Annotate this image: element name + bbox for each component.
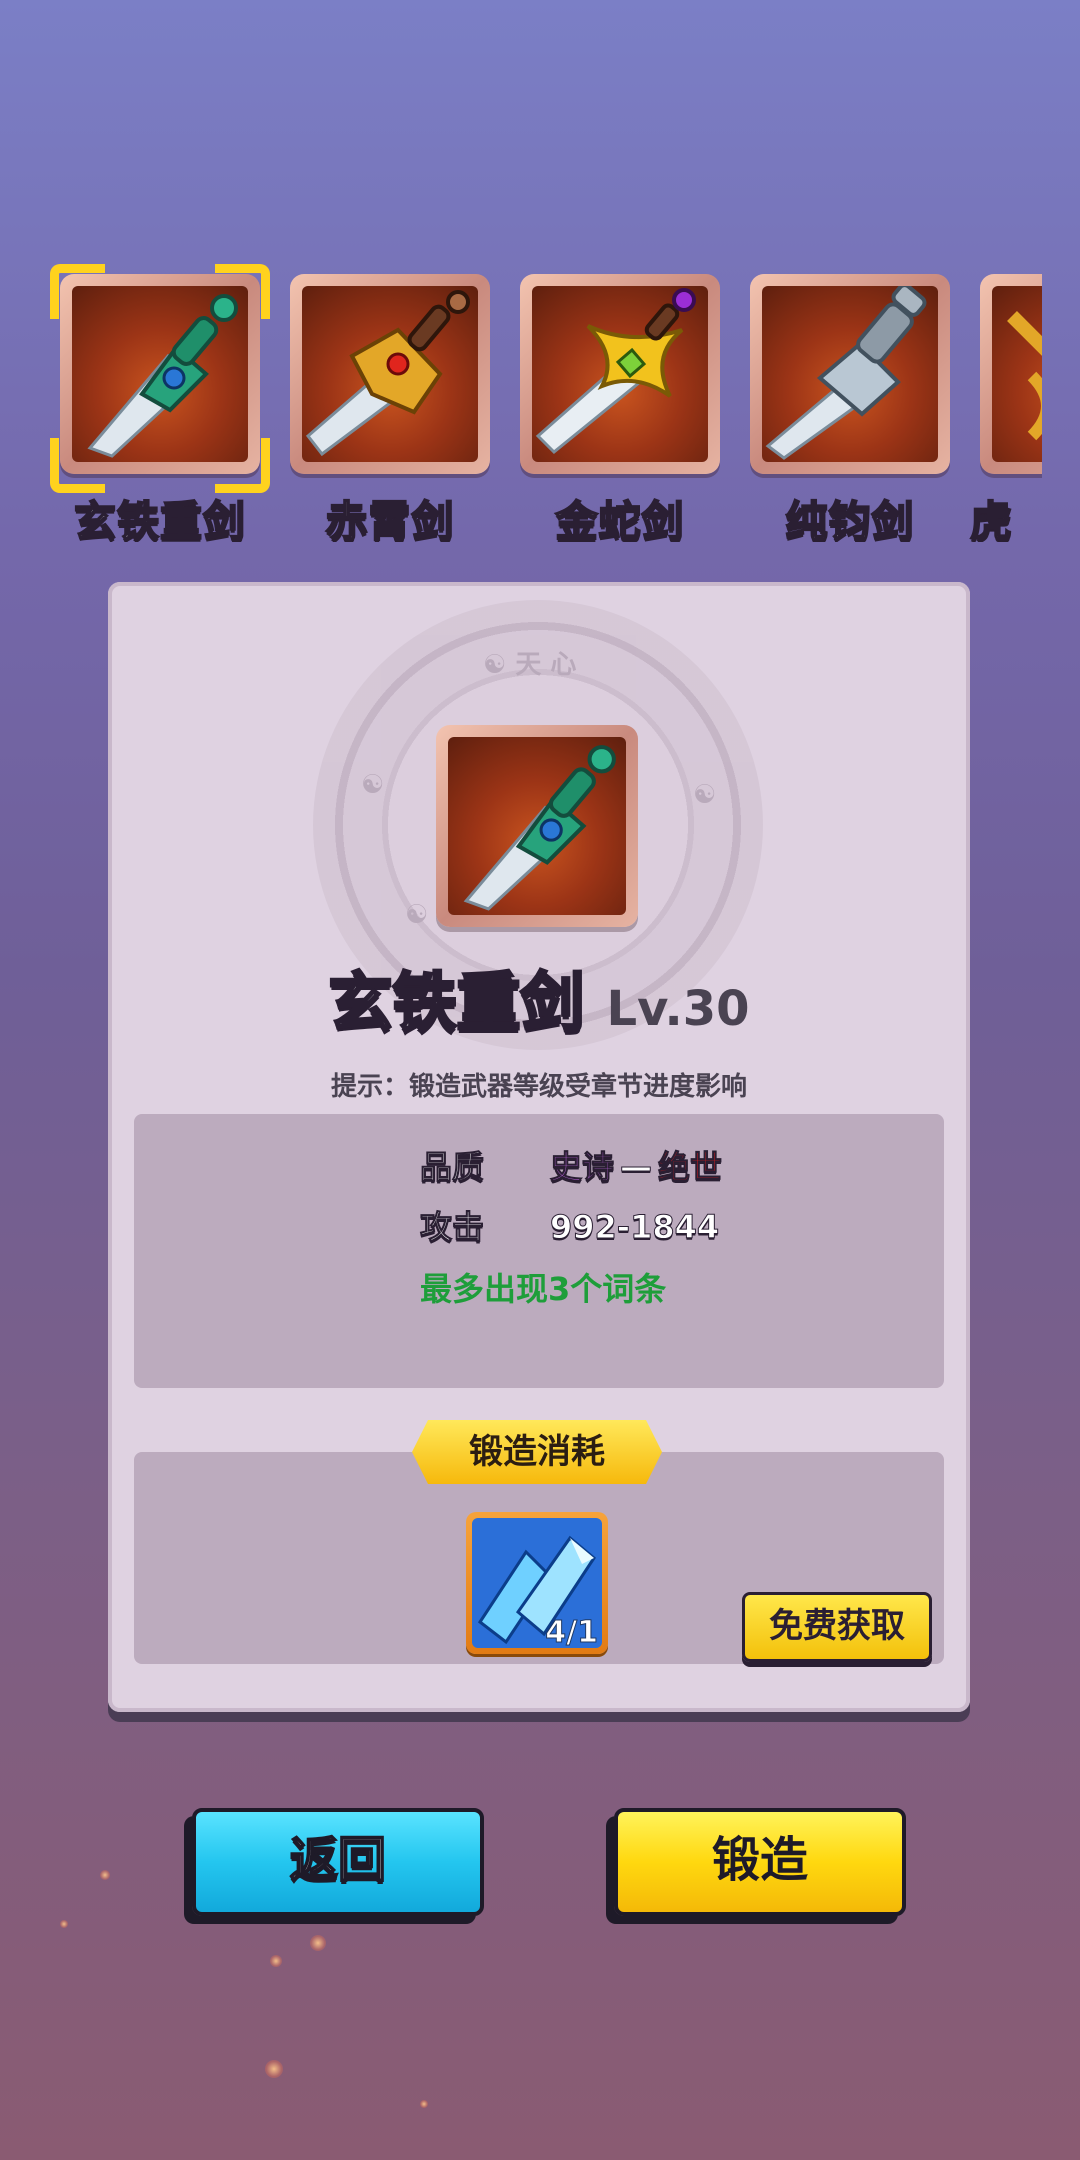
forge-button[interactable]: 锻造 bbox=[614, 1808, 906, 1916]
stats-box: 品质 史诗 — 绝世 攻击 992-1844 最多出现3个词条 bbox=[134, 1114, 944, 1388]
weapon-name: 金蛇剑 bbox=[554, 496, 685, 542]
back-button[interactable]: 返回 bbox=[192, 1808, 484, 1916]
quality-legendary: 绝世 bbox=[658, 1148, 723, 1187]
weapon-name: 赤霄剑 bbox=[324, 496, 455, 542]
weapon-frame bbox=[520, 274, 720, 474]
weapon-name: 虎 bbox=[969, 496, 1014, 542]
weapon-detail-panel: ☯ 天 心 ☯ ☯ ☯ 玄铁重剑 Lv.30 提示：锻造武器等级受章节进度影响 品… bbox=[108, 582, 970, 1712]
ember bbox=[270, 1955, 282, 1967]
attack-label: 攻击 bbox=[420, 1208, 485, 1247]
selection-corner bbox=[215, 264, 270, 319]
free-obtain-button[interactable]: 免费获取 bbox=[742, 1592, 932, 1662]
weapon-title-name: 玄铁重剑 bbox=[327, 966, 586, 1043]
weapon-frame bbox=[290, 274, 490, 474]
affix-note: 最多出现3个词条 bbox=[420, 1270, 667, 1308]
ember bbox=[420, 2100, 428, 2108]
quality-epic: 史诗 bbox=[549, 1148, 615, 1187]
weapon-icon bbox=[302, 286, 478, 462]
quality-label: 品质 bbox=[420, 1148, 485, 1187]
weapon-level: Lv.30 bbox=[606, 981, 750, 1037]
weapon-list: 玄铁重剑 赤霄剑 金蛇剑 纯钧剑 虎 bbox=[0, 262, 1042, 542]
ember bbox=[310, 1935, 326, 1951]
selection-corner bbox=[50, 264, 105, 319]
quality-row: 品质 史诗 — 绝世 bbox=[420, 1142, 723, 1188]
forge-hint: 提示：锻造武器等级受章节进度影响 bbox=[330, 1072, 747, 1102]
weapon-title: 玄铁重剑 Lv.30 bbox=[108, 952, 970, 1044]
attack-value: 992-1844 bbox=[549, 1208, 720, 1247]
weapon-icon bbox=[762, 286, 938, 462]
crystal-count: 4/1 bbox=[545, 1615, 599, 1651]
weapon-icon bbox=[532, 286, 708, 462]
ember bbox=[60, 1920, 68, 1928]
weapon-name: 玄铁重剑 bbox=[73, 496, 246, 542]
quality-separator: — bbox=[620, 1148, 653, 1187]
weapon-name: 纯钧剑 bbox=[784, 496, 915, 542]
forge-cost-title: 锻造消耗 bbox=[412, 1420, 662, 1484]
weapon-frame bbox=[750, 274, 950, 474]
weapon-icon bbox=[992, 286, 1042, 462]
selection-corner bbox=[215, 438, 270, 493]
selected-weapon-icon bbox=[436, 725, 638, 927]
crystal-material-slot[interactable]: 4/1 bbox=[466, 1512, 608, 1654]
attack-row: 攻击 992-1844 bbox=[420, 1202, 720, 1248]
ember bbox=[100, 1870, 110, 1880]
selection-corner bbox=[50, 438, 105, 493]
weapon-frame bbox=[980, 274, 1042, 474]
ember bbox=[265, 2060, 283, 2078]
